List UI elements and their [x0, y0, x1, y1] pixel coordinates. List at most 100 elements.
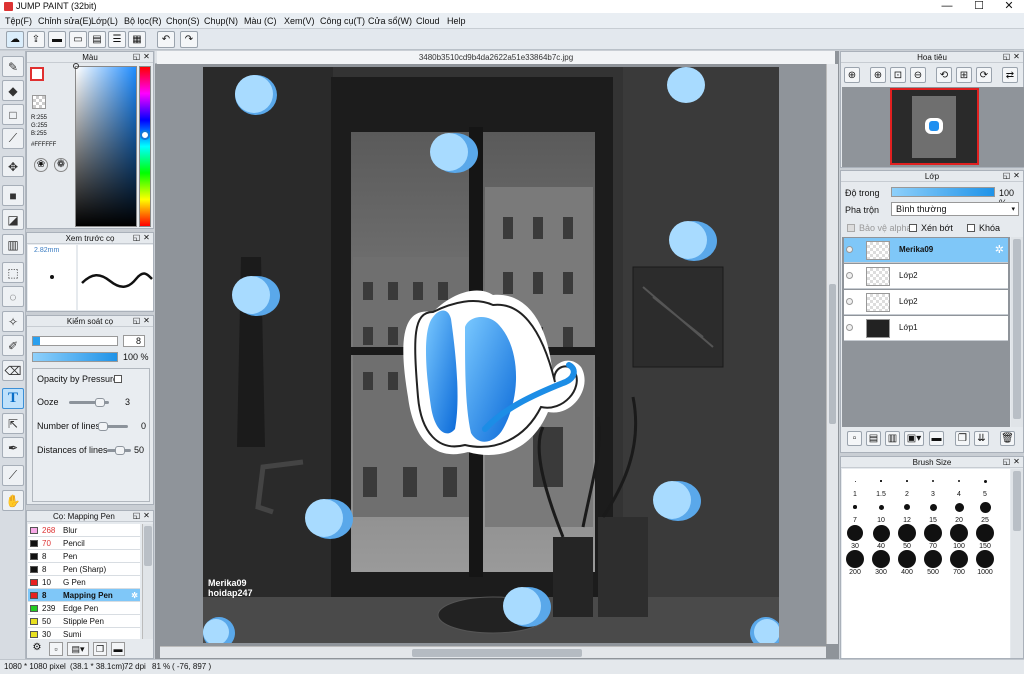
- brush-item[interactable]: 8 Mapping Pen ✲: [28, 589, 140, 602]
- color-picker-cursor[interactable]: [73, 63, 79, 69]
- menu-filter[interactable]: Bộ lọc(R): [124, 16, 162, 26]
- canvas-vertical-scrollbar[interactable]: [826, 64, 838, 644]
- brush-size-swatch[interactable]: [846, 550, 864, 568]
- select-pen-icon[interactable]: ✐: [2, 335, 24, 356]
- eyedropper-icon[interactable]: ⟋: [2, 465, 24, 486]
- lock-checkbox[interactable]: [967, 224, 975, 232]
- operation-tool-icon[interactable]: ⇱: [2, 413, 24, 434]
- panel-close-icon[interactable]: ✕: [1012, 171, 1021, 180]
- eraser-tool-icon[interactable]: ◆: [2, 80, 24, 101]
- chat-icon[interactable]: ▭: [69, 31, 87, 48]
- layer-opacity-slider[interactable]: [891, 187, 995, 197]
- brush-size-swatch[interactable]: [898, 524, 916, 542]
- brush-size-swatch[interactable]: [976, 550, 994, 568]
- bucket-tool-icon[interactable]: ◪: [2, 209, 24, 230]
- gradient-tool-icon[interactable]: ▥: [2, 234, 24, 255]
- menu-layer[interactable]: Lớp(L): [91, 16, 118, 26]
- brush-opacity-slider[interactable]: [32, 352, 118, 362]
- palette-edit-icon[interactable]: ❁: [54, 158, 68, 172]
- menu-capture[interactable]: Chụp(N): [204, 16, 238, 26]
- brush-size-swatch[interactable]: [924, 524, 942, 542]
- layer-row[interactable]: Lớp2: [844, 290, 1008, 315]
- panel-float-icon[interactable]: ◱: [132, 233, 141, 242]
- minimize-button[interactable]: —: [932, 0, 962, 13]
- brush-size-swatch[interactable]: [904, 504, 910, 510]
- layer-folder-icon[interactable]: ▬: [929, 431, 944, 446]
- brush-size-scrollbar[interactable]: [1011, 469, 1023, 658]
- layer-visibility-icon[interactable]: [846, 246, 853, 253]
- brush-settings-icon[interactable]: ✲: [131, 589, 138, 602]
- brush-item[interactable]: 70 Pencil: [28, 537, 140, 550]
- palette-icon[interactable]: ❀: [34, 158, 48, 172]
- transparent-swatch[interactable]: [32, 95, 46, 109]
- layer-list-scrollbar[interactable]: [1011, 237, 1023, 427]
- distance-slider-knob[interactable]: [115, 446, 125, 455]
- delete-layer-icon[interactable]: 🗑: [1000, 431, 1015, 446]
- brush-item[interactable]: 239 Edge Pen: [28, 602, 140, 615]
- comment-icon[interactable]: ▬: [48, 31, 66, 48]
- menu-view[interactable]: Xem(V): [284, 16, 315, 26]
- rectangle-tool-icon[interactable]: □: [2, 104, 24, 125]
- navigator-view[interactable]: [842, 87, 1024, 167]
- brush-item[interactable]: 8 Pen (Sharp): [28, 563, 140, 576]
- layer-row[interactable]: Merika09 ✲: [844, 238, 1008, 263]
- document-icon[interactable]: ▤: [88, 31, 106, 48]
- panel-close-icon[interactable]: ✕: [1012, 457, 1021, 466]
- menu-help[interactable]: Help: [447, 16, 466, 26]
- share-icon[interactable]: ⇪: [27, 31, 45, 48]
- brush-item[interactable]: 10 G Pen: [28, 576, 140, 589]
- cloud-icon[interactable]: ☁: [6, 31, 24, 48]
- brush-size-swatch[interactable]: [957, 479, 961, 483]
- rotate-left-icon[interactable]: ⟲: [936, 67, 952, 83]
- menu-select[interactable]: Chọn(S): [166, 16, 200, 26]
- foreground-color-swatch[interactable]: [30, 67, 44, 81]
- panel-close-icon[interactable]: ✕: [142, 316, 151, 325]
- add-brush-icon[interactable]: ⚙: [30, 642, 44, 656]
- brush-size-slider[interactable]: [32, 336, 118, 346]
- opacity-pressure-checkbox[interactable]: [114, 375, 122, 383]
- brush-size-swatch[interactable]: [853, 505, 857, 509]
- layer-settings-icon[interactable]: ✲: [995, 243, 1004, 256]
- new-layer-icon[interactable]: ▫: [847, 431, 862, 446]
- close-button[interactable]: ✕: [994, 0, 1024, 13]
- clipping-checkbox[interactable]: [909, 224, 917, 232]
- navigator-thumbnail[interactable]: [890, 88, 979, 165]
- merge-layer-icon[interactable]: ⇊: [974, 431, 989, 446]
- brush-list-scroll-thumb[interactable]: [144, 526, 152, 566]
- maximize-button[interactable]: ☐: [964, 0, 994, 13]
- brush-size-swatch[interactable]: [872, 524, 890, 542]
- panel-float-icon[interactable]: ◱: [132, 316, 141, 325]
- text-tool-icon[interactable]: T: [2, 388, 24, 409]
- menu-tools[interactable]: Công cụ(T): [320, 16, 365, 26]
- new-layer-8bit-icon[interactable]: ▥: [885, 431, 900, 446]
- brush-size-swatch[interactable]: [929, 503, 937, 511]
- canvas-image[interactable]: Merika09 hoidap247: [203, 67, 779, 643]
- panel-float-icon[interactable]: ◱: [1002, 171, 1011, 180]
- layer-list-scroll-thumb[interactable]: [1013, 239, 1021, 419]
- zoom-in-icon[interactable]: ⊕: [870, 67, 886, 83]
- rect-select-icon[interactable]: ⬚: [2, 262, 24, 283]
- curve-tool-icon[interactable]: ⟋: [2, 128, 24, 149]
- canvas-hscroll-thumb[interactable]: [412, 649, 582, 657]
- brush-tool-icon[interactable]: ✎: [2, 56, 24, 77]
- brush-size-swatch[interactable]: [950, 524, 968, 542]
- pen-tool-icon[interactable]: ✒: [2, 437, 24, 458]
- color-field[interactable]: [75, 66, 137, 227]
- select-eraser-icon[interactable]: ⌫: [2, 360, 24, 381]
- brush-item[interactable]: 8 Pen: [28, 550, 140, 563]
- brush-size-swatch[interactable]: [854, 480, 856, 482]
- panel-close-icon[interactable]: ✕: [1012, 52, 1021, 61]
- panel-close-icon[interactable]: ✕: [142, 233, 151, 242]
- brush-size-input[interactable]: 8: [123, 335, 145, 347]
- panel-close-icon[interactable]: ✕: [142, 511, 151, 520]
- brush-size-swatch[interactable]: [878, 504, 884, 510]
- blend-mode-select[interactable]: Bình thường ▾: [891, 202, 1019, 216]
- rotate-reset-icon[interactable]: ⊞: [956, 67, 972, 83]
- redo-icon[interactable]: ↷: [180, 31, 198, 48]
- zoom-fit-icon[interactable]: ⊕: [844, 67, 860, 83]
- move-tool-icon[interactable]: ✥: [2, 156, 24, 177]
- panel-float-icon[interactable]: ◱: [132, 52, 141, 61]
- brush-size-swatch[interactable]: [979, 501, 991, 513]
- panel-close-icon[interactable]: ✕: [142, 52, 151, 61]
- document-tab[interactable]: 3480b3510cd9b4da2622a51e33864b7c.jpg: [157, 51, 835, 64]
